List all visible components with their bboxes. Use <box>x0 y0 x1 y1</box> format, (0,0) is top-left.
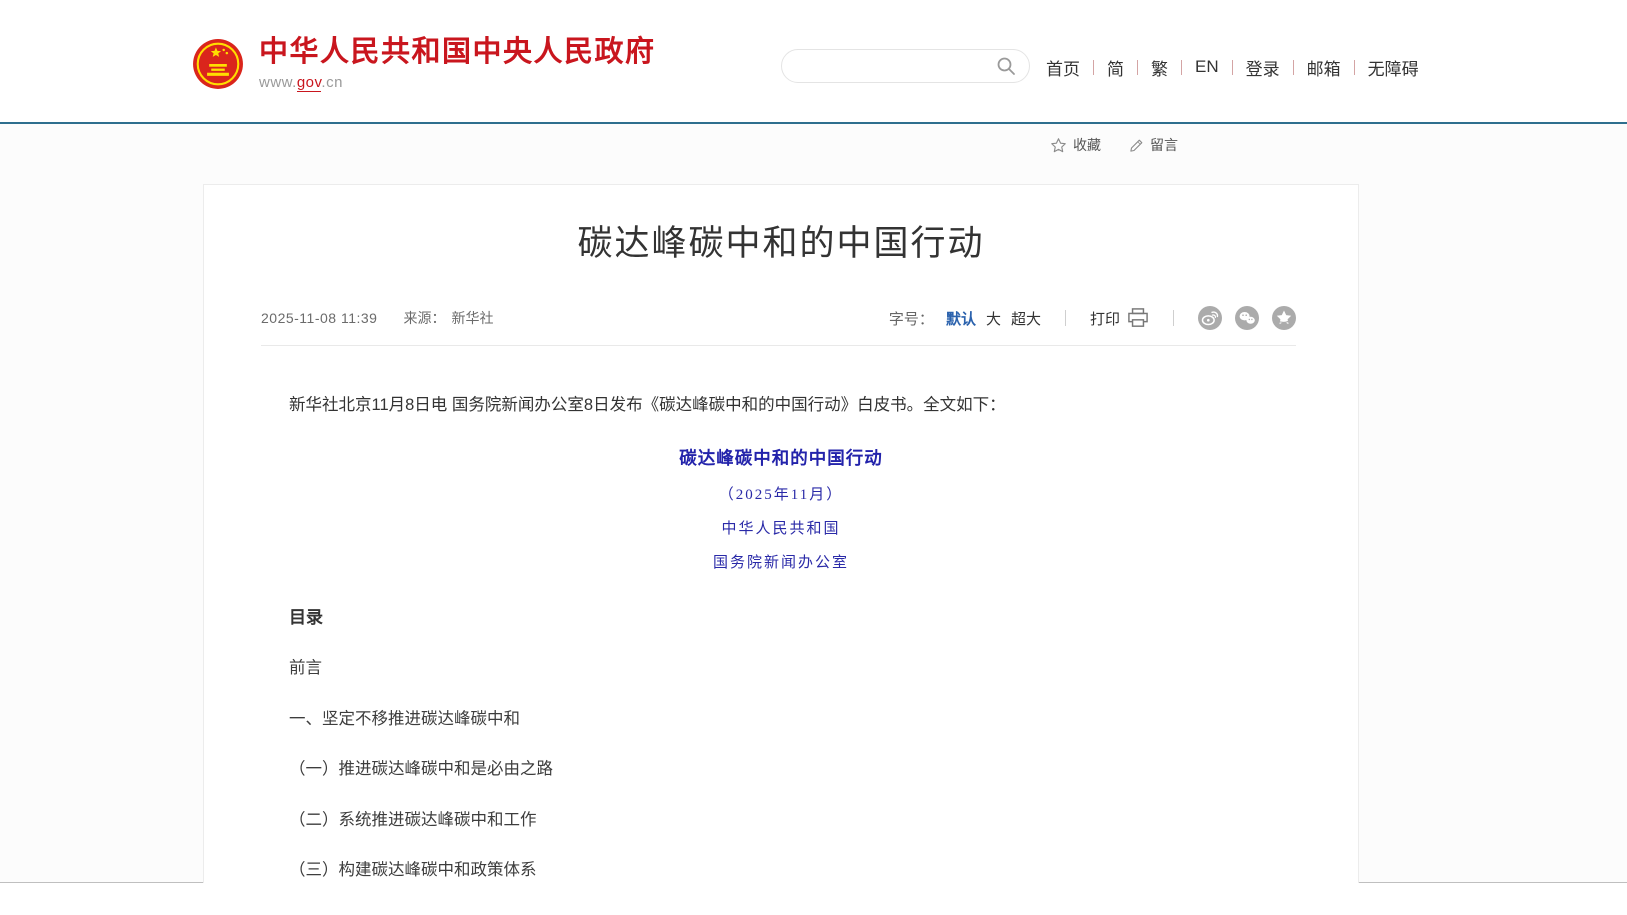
print-label: 打印 <box>1090 308 1120 329</box>
document-date: （2025年11月） <box>204 483 1358 504</box>
article-meta-row: 2025-11-08 11:39 来源： 新华社 字号： 默认 大 超大 打印 <box>261 306 1296 346</box>
top-nav: 首页 简 繁 EN 登录 邮箱 无障碍 <box>1046 55 1419 79</box>
lead-paragraph: 新华社北京11月8日电 国务院新闻办公室8日发布《碳达峰碳中和的中国行动》白皮书… <box>289 393 1273 418</box>
nav-separator <box>1293 60 1294 75</box>
site-title: 中华人民共和国中央人民政府 <box>259 36 656 69</box>
source-name: 新华社 <box>451 308 493 328</box>
nav-separator <box>1093 60 1094 75</box>
favorite-label: 收藏 <box>1073 135 1101 155</box>
search-input[interactable] <box>798 58 995 74</box>
site-header: 中华人民共和国中央人民政府 www.gov.cn 首页 简 繁 EN 登录 邮箱… <box>0 0 1627 122</box>
publish-date: 2025-11-08 11:39 <box>261 310 377 326</box>
nav-separator <box>1354 60 1355 75</box>
nav-separator <box>1232 60 1233 75</box>
qzone-share-icon[interactable] <box>1272 306 1296 330</box>
source-label: 来源： <box>403 308 445 328</box>
share-group <box>1198 306 1296 330</box>
favorite-button[interactable]: 收藏 <box>1050 135 1101 155</box>
toc-item: （一）推进碳达峰碳中和是必由之路 <box>289 755 1273 779</box>
main-area: 收藏 留言 碳达峰碳中和的中国行动 2025-11-08 11:39 来源： 新… <box>0 124 1627 883</box>
toc-heading: 目录 <box>289 603 1273 628</box>
document-issuer-line2: 国务院新闻办公室 <box>204 551 1358 572</box>
nav-mail[interactable]: 邮箱 <box>1307 55 1341 80</box>
article-card: 碳达峰碳中和的中国行动 2025-11-08 11:39 来源： 新华社 字号：… <box>203 184 1359 883</box>
printer-icon <box>1127 308 1149 328</box>
nav-separator <box>1137 60 1138 75</box>
article-title: 碳达峰碳中和的中国行动 <box>204 215 1358 266</box>
nav-login[interactable]: 登录 <box>1246 55 1280 80</box>
font-size-default[interactable]: 默认 <box>946 308 976 329</box>
toc-item: （三）构建碳达峰碳中和政策体系 <box>289 856 1273 880</box>
nav-separator <box>1181 60 1182 75</box>
font-size-large[interactable]: 大 <box>986 308 1001 329</box>
weibo-share-icon[interactable] <box>1198 306 1222 330</box>
page-actions: 收藏 留言 <box>1050 135 1178 155</box>
article-meta: 2025-11-08 11:39 来源： 新华社 <box>261 308 493 328</box>
toc-item: （二）系统推进碳达峰碳中和工作 <box>289 806 1273 830</box>
site-logo[interactable]: 中华人民共和国中央人民政府 www.gov.cn <box>192 36 656 91</box>
print-button[interactable]: 打印 <box>1090 308 1149 329</box>
star-icon <box>1050 137 1067 154</box>
nav-accessibility[interactable]: 无障碍 <box>1368 55 1419 80</box>
nav-traditional[interactable]: 繁 <box>1151 55 1168 80</box>
toc-item: 前言 <box>289 654 1273 678</box>
pencil-icon <box>1129 138 1144 153</box>
nav-english[interactable]: EN <box>1195 57 1219 77</box>
document-title: 碳达峰碳中和的中国行动 <box>204 445 1358 470</box>
search-box <box>781 49 1030 83</box>
comment-button[interactable]: 留言 <box>1129 135 1178 155</box>
wechat-share-icon[interactable] <box>1235 306 1259 330</box>
font-size-xlarge[interactable]: 超大 <box>1011 308 1041 329</box>
search-icon[interactable] <box>995 55 1017 77</box>
site-url: www.gov.cn <box>259 74 656 91</box>
controls-separator <box>1173 310 1174 326</box>
nav-simplified[interactable]: 简 <box>1107 55 1124 80</box>
national-emblem-icon <box>192 38 244 90</box>
controls-separator <box>1065 310 1066 326</box>
toc-item: 一、坚定不移推进碳达峰碳中和 <box>289 705 1273 729</box>
nav-home[interactable]: 首页 <box>1046 55 1080 80</box>
comment-label: 留言 <box>1150 135 1178 155</box>
document-issuer-line1: 中华人民共和国 <box>204 517 1358 538</box>
article-controls: 字号： 默认 大 超大 打印 <box>889 306 1296 330</box>
font-size-label: 字号： <box>889 308 934 329</box>
